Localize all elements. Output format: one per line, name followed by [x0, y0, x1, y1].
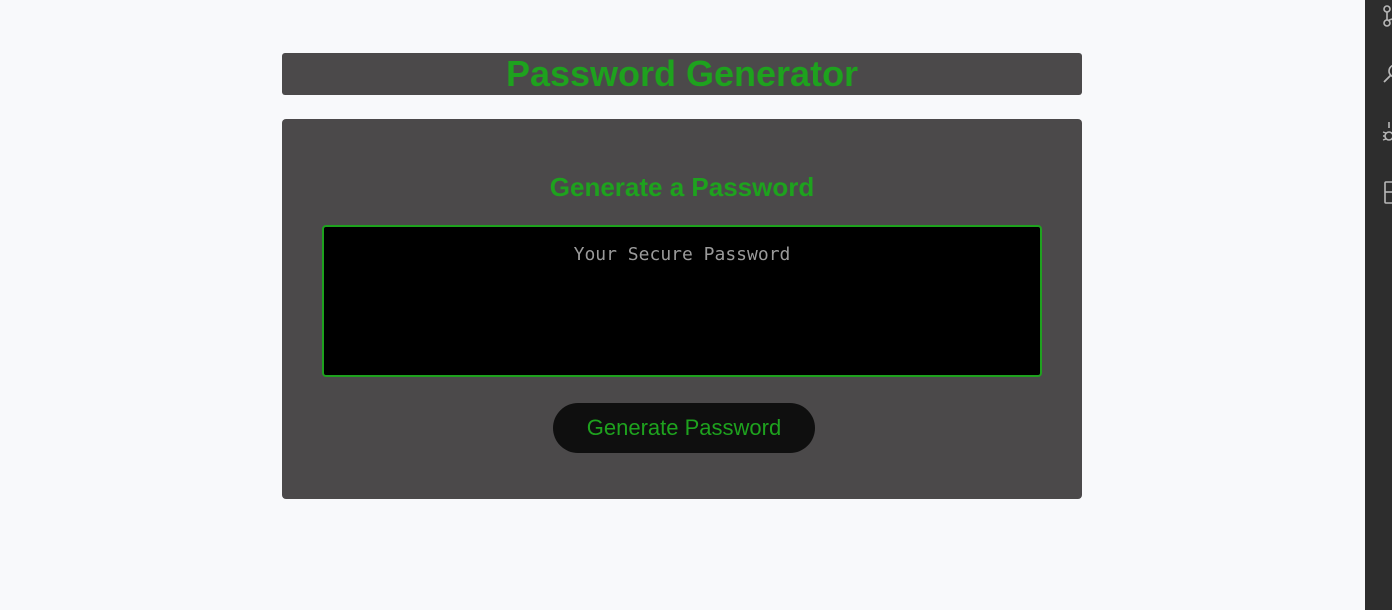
page: Password Generator Generate a Password G… [0, 0, 1392, 610]
search-icon[interactable] [1381, 62, 1392, 86]
extensions-icon[interactable] [1381, 180, 1392, 204]
header-bar: Password Generator [282, 53, 1082, 95]
debug-icon[interactable] [1381, 120, 1392, 144]
activity-bar [1365, 0, 1392, 610]
page-title: Password Generator [505, 53, 859, 94]
generator-card: Generate a Password Generate Password [282, 119, 1082, 499]
password-output-field[interactable] [322, 225, 1042, 377]
generate-password-button[interactable]: Generate Password [553, 403, 815, 453]
source-control-icon[interactable] [1381, 4, 1392, 28]
card-heading: Generate a Password [549, 172, 815, 202]
